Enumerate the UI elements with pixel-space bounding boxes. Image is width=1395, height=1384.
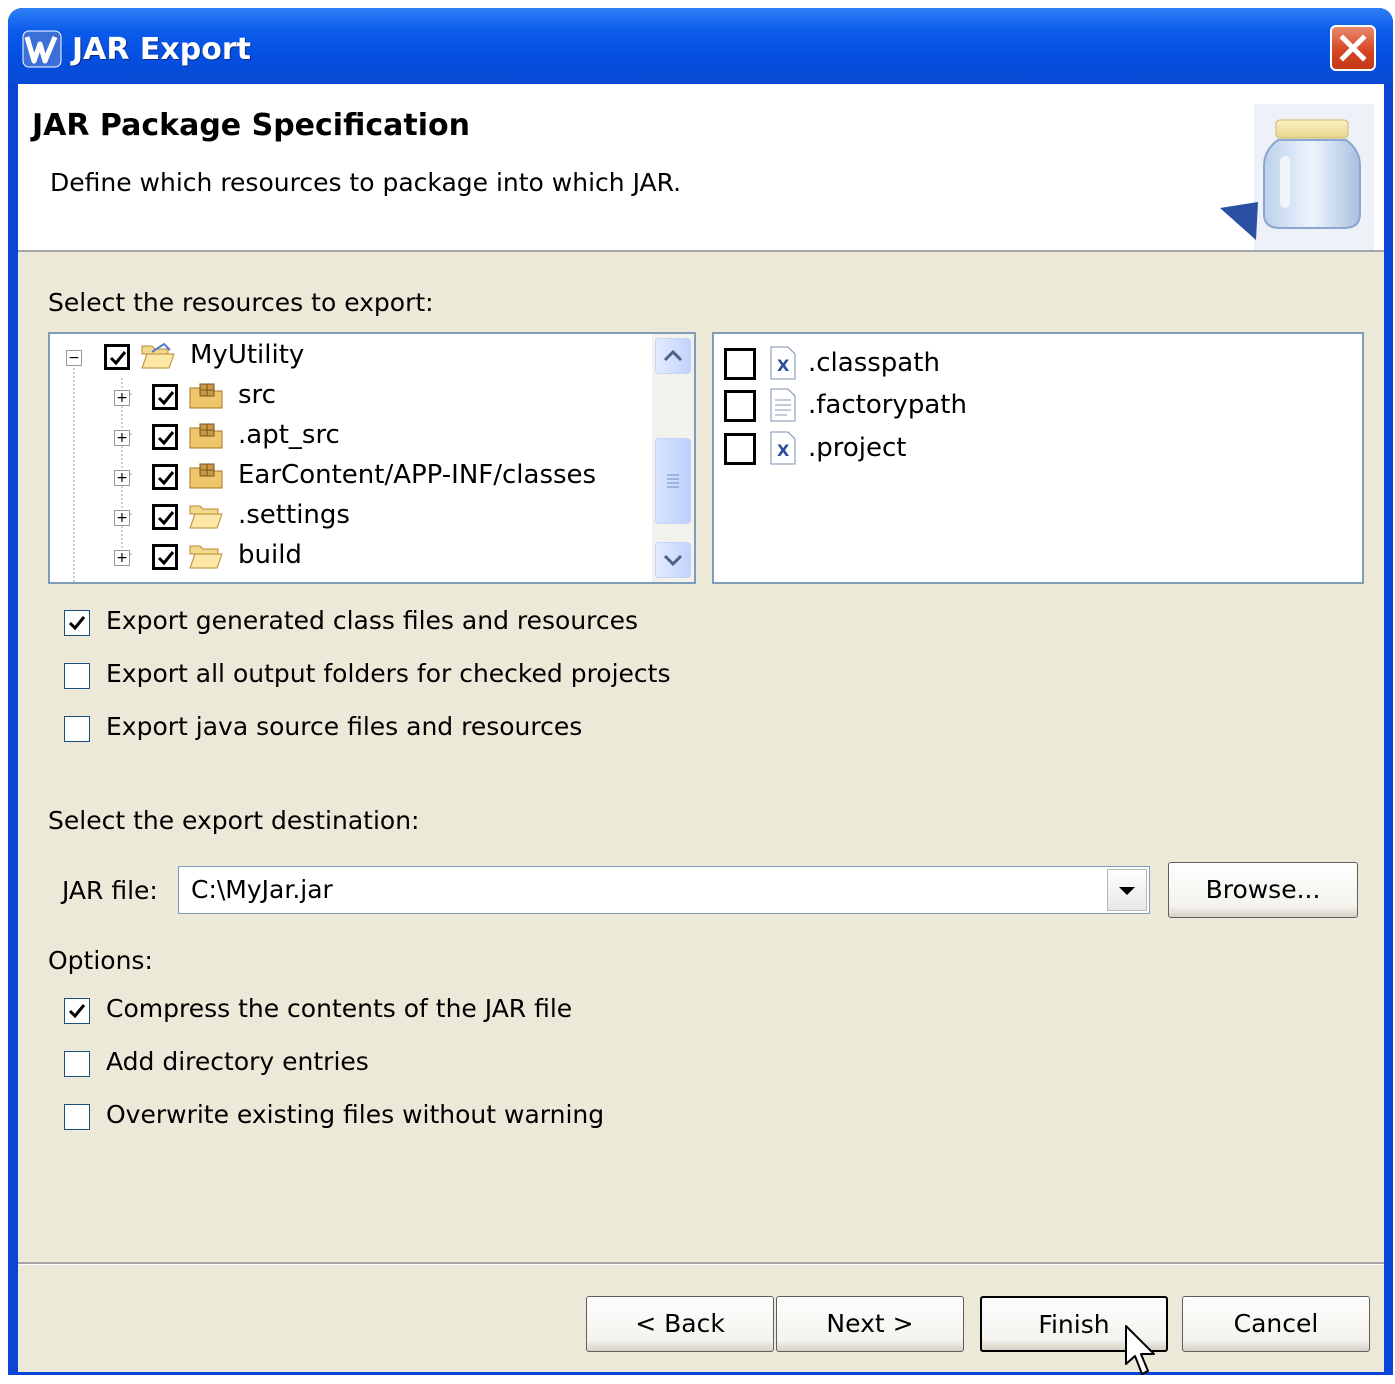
page-title: JAR Package Specification (32, 108, 470, 143)
tree-item-label: .apt_src (238, 420, 340, 450)
file-checkbox[interactable] (724, 433, 756, 465)
tree-item-label: src (238, 380, 276, 410)
tree-item-label: MyUtility (190, 340, 305, 370)
destination-label: Select the export destination: (48, 806, 420, 835)
export-option-label: Export all output folders for checked pr… (106, 659, 671, 688)
jar-file-label: JAR file: (62, 876, 158, 905)
file-list[interactable]: X .classpath .factorypath X .project (712, 332, 1364, 584)
file-row[interactable]: X .project (724, 431, 1344, 469)
tree-row-myutility[interactable]: − MyUtility (50, 338, 650, 376)
jar-export-window: JAR Export JAR Package Specification Def… (8, 8, 1393, 1375)
file-label: .classpath (808, 348, 940, 378)
button-bar-separator (18, 1262, 1384, 1265)
mouse-pointer-icon (1125, 1325, 1155, 1375)
tree-checkbox[interactable] (152, 544, 178, 570)
chevron-down-icon (1119, 887, 1135, 895)
export-option-row[interactable]: Export generated class files and resourc… (64, 606, 764, 642)
xml-file-icon: X (770, 346, 796, 380)
open-folder-icon (141, 342, 175, 369)
chevron-up-icon (663, 349, 683, 362)
option-label: Add directory entries (106, 1047, 369, 1076)
eclipse-app-icon (22, 30, 62, 68)
file-label: .factorypath (808, 390, 967, 420)
back-button[interactable]: < Back (586, 1296, 774, 1352)
export-option-row[interactable]: Export all output folders for checked pr… (64, 659, 764, 695)
option-row[interactable]: Overwrite existing files without warning (64, 1100, 764, 1136)
scroll-down-button[interactable] (655, 542, 691, 578)
text-file-icon (770, 388, 796, 422)
resources-label: Select the resources to export: (48, 288, 434, 317)
svg-text:X: X (777, 356, 790, 375)
tree-row-settings[interactable]: + .settings (50, 498, 650, 536)
compress-checkbox[interactable] (64, 998, 90, 1024)
directory-entries-checkbox[interactable] (64, 1051, 90, 1077)
tree-row-build[interactable]: + build (50, 538, 650, 576)
option-label: Compress the contents of the JAR file (106, 994, 573, 1023)
scroll-thumb[interactable] (655, 438, 691, 524)
option-row[interactable]: Compress the contents of the JAR file (64, 994, 764, 1030)
resource-tree[interactable]: − MyUtility + src + .apt_src + EarConten… (48, 332, 696, 584)
file-label: .project (808, 433, 907, 463)
tree-scrollbar[interactable] (652, 334, 694, 582)
next-button[interactable]: Next > (776, 1296, 964, 1352)
grip-icon (667, 474, 679, 488)
svg-text:X: X (777, 441, 790, 460)
title-bar: JAR Export (8, 8, 1393, 84)
file-checkbox[interactable] (724, 390, 756, 422)
file-row[interactable]: .factorypath (724, 388, 1344, 426)
combo-dropdown-button[interactable] (1107, 869, 1147, 911)
scroll-up-button[interactable] (655, 338, 691, 374)
package-folder-icon (189, 423, 223, 449)
package-folder-icon (189, 383, 223, 409)
export-option-label: Export java source files and resources (106, 712, 583, 741)
folder-icon (189, 505, 223, 529)
export-output-folders-checkbox[interactable] (64, 663, 90, 689)
file-row[interactable]: X .classpath (724, 346, 1344, 384)
overwrite-checkbox[interactable] (64, 1104, 90, 1130)
tree-row-earcontent[interactable]: + EarContent/APP-INF/classes (50, 458, 650, 496)
tree-item-label: build (238, 540, 302, 570)
chevron-down-icon (663, 554, 683, 567)
tree-checkbox[interactable] (152, 424, 178, 450)
export-option-label: Export generated class files and resourc… (106, 606, 639, 635)
dialog-body: JAR Package Specification Define which r… (18, 84, 1384, 1375)
close-icon (1339, 34, 1367, 62)
jar-icon (1220, 104, 1374, 250)
option-label: Overwrite existing files without warning (106, 1100, 605, 1129)
jar-file-input[interactable]: C:\MyJar.jar (191, 875, 333, 904)
export-class-files-checkbox[interactable] (64, 610, 90, 636)
export-option-row[interactable]: Export java source files and resources (64, 712, 764, 748)
folder-icon (189, 545, 223, 569)
xml-file-icon: X (770, 431, 796, 465)
tree-checkbox[interactable] (152, 464, 178, 490)
jar-file-combo[interactable]: C:\MyJar.jar (178, 866, 1150, 914)
file-checkbox[interactable] (724, 348, 756, 380)
cancel-button[interactable]: Cancel (1182, 1296, 1370, 1352)
options-label: Options: (48, 946, 153, 975)
expand-icon[interactable]: + (114, 510, 130, 526)
window-title: JAR Export (72, 32, 251, 67)
wizard-header: JAR Package Specification Define which r… (18, 84, 1384, 252)
option-row[interactable]: Add directory entries (64, 1047, 764, 1083)
expand-icon[interactable]: + (114, 390, 130, 406)
tree-item-label: .settings (238, 500, 350, 530)
package-folder-icon (189, 463, 223, 489)
expand-icon[interactable]: + (114, 430, 130, 446)
page-description: Define which resources to package into w… (50, 168, 682, 197)
tree-row-apt-src[interactable]: + .apt_src (50, 418, 650, 456)
expand-icon[interactable]: + (114, 550, 130, 566)
tree-checkbox[interactable] (152, 384, 178, 410)
tree-checkbox[interactable] (104, 344, 130, 370)
expand-icon[interactable]: + (114, 470, 130, 486)
tree-item-label: EarContent/APP-INF/classes (238, 460, 597, 490)
browse-button[interactable]: Browse... (1168, 862, 1358, 918)
tree-checkbox[interactable] (152, 504, 178, 530)
collapse-icon[interactable]: − (66, 350, 82, 366)
export-source-files-checkbox[interactable] (64, 716, 90, 742)
tree-row-src[interactable]: + src (50, 378, 650, 416)
close-button[interactable] (1330, 25, 1376, 71)
